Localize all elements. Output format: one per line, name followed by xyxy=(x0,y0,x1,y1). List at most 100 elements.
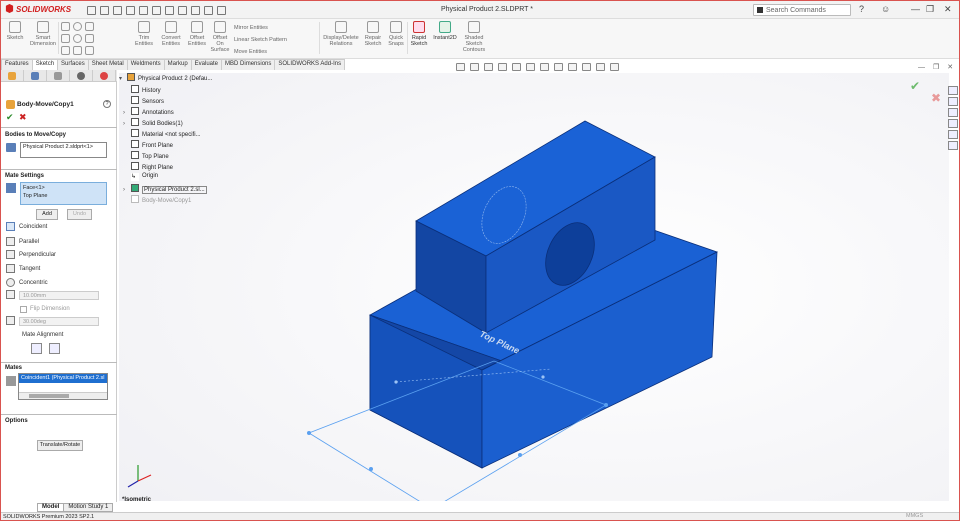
print-icon[interactable] xyxy=(139,5,148,15)
tab-weldments[interactable]: Weldments xyxy=(126,59,165,70)
coincident-option[interactable]: Coincident xyxy=(19,224,47,230)
mate-entities-box[interactable]: Face<1> Top Plane xyxy=(20,182,107,205)
flip-dimension-checkbox[interactable] xyxy=(20,306,27,313)
tree-item-body-move[interactable]: Body-Move/Copy1 xyxy=(131,195,191,205)
resources-icon[interactable] xyxy=(948,86,958,95)
tree-item-annotations[interactable]: › Annotations xyxy=(123,107,174,117)
display-style-icon[interactable] xyxy=(540,63,549,71)
plane-handle[interactable] xyxy=(604,403,608,407)
distance-field[interactable]: 10.00mm xyxy=(19,291,99,300)
units-indicator[interactable]: MMGS xyxy=(906,513,923,519)
tab-model[interactable]: Model xyxy=(37,503,65,512)
new-file-icon[interactable] xyxy=(100,5,109,15)
user-icon[interactable]: ☺ xyxy=(881,4,890,14)
tab-sketch[interactable]: Sketch xyxy=(31,59,59,70)
angle-field[interactable]: 30.00deg xyxy=(19,317,99,326)
bodies-selection-box[interactable]: Physical Product 2.sldprt<1> xyxy=(20,142,107,158)
scrollbar-thumb[interactable] xyxy=(29,394,69,398)
save-icon[interactable] xyxy=(126,5,135,15)
aligned-icon[interactable] xyxy=(31,343,42,354)
tab-sheet-metal[interactable]: Sheet Metal xyxy=(87,59,128,70)
expand-icon[interactable]: › xyxy=(123,187,131,193)
tree-item-top-plane[interactable]: Top Plane xyxy=(131,151,169,161)
shaded-contours-button[interactable]: Shaded Sketch Contours xyxy=(461,21,487,53)
sketch-button[interactable]: Sketch xyxy=(5,21,25,41)
solidworks-logo[interactable]: SOLIDWORKS xyxy=(5,4,71,14)
confirm-ok-icon[interactable]: ✔ xyxy=(910,79,920,93)
tab-features[interactable]: Features xyxy=(1,59,33,70)
open-file-icon[interactable] xyxy=(113,5,122,15)
hide-show-icon[interactable] xyxy=(554,63,563,71)
help-icon[interactable]: ? xyxy=(103,100,111,108)
model-view[interactable]: Top Plane xyxy=(119,73,949,501)
tab-surfaces[interactable]: Surfaces xyxy=(57,59,89,70)
home-icon[interactable] xyxy=(87,5,96,15)
tab-mbd-dimensions[interactable]: MBD Dimensions xyxy=(221,59,276,70)
file-explorer-icon[interactable] xyxy=(948,108,958,117)
tab-evaluate[interactable]: Evaluate xyxy=(190,59,223,70)
anti-aligned-icon[interactable] xyxy=(49,343,60,354)
expand-icon[interactable]: › xyxy=(123,110,131,116)
feature-manager-tab[interactable] xyxy=(1,70,24,82)
search-commands-input[interactable]: Search Commands xyxy=(753,4,851,16)
plane-handle[interactable] xyxy=(307,431,311,435)
distance-icon[interactable] xyxy=(6,290,15,299)
zoom-fit-icon[interactable] xyxy=(456,63,465,71)
perpendicular-icon[interactable] xyxy=(6,250,15,259)
instant2d-button[interactable]: Instant2D xyxy=(431,21,459,41)
zoom-area-icon[interactable] xyxy=(470,63,479,71)
help-icon[interactable]: ? xyxy=(859,4,864,14)
mate-entity-face[interactable]: Face<1> xyxy=(23,184,104,192)
pattern-group[interactable]: Mirror Entities Linear Sketch Pattern Mo… xyxy=(234,22,314,58)
view-settings-icon[interactable] xyxy=(596,63,605,71)
offset-on-surface-button[interactable]: Offset On Surface xyxy=(209,21,231,53)
custom-properties-icon[interactable] xyxy=(948,141,958,150)
edit-appearance-icon[interactable] xyxy=(568,63,577,71)
trim-entities-button[interactable]: Trim Entities xyxy=(133,21,155,47)
add-button[interactable]: Add xyxy=(36,209,58,220)
rapid-sketch-button[interactable]: Rapid Sketch xyxy=(408,21,430,47)
viewport-minimize-icon[interactable]: — xyxy=(918,64,925,71)
mate-entity-plane[interactable]: Top Plane xyxy=(23,192,104,200)
mates-list[interactable]: Coincident1 (Physical Product 2.sl xyxy=(18,373,108,400)
close-icon[interactable]: ✕ xyxy=(944,4,952,15)
horizontal-scrollbar[interactable] xyxy=(19,392,107,399)
translate-rotate-button[interactable]: Translate/Rotate xyxy=(37,440,83,451)
perpendicular-option[interactable]: Perpendicular xyxy=(19,252,56,258)
expand-icon[interactable]: ▾ xyxy=(119,75,127,82)
view-orientation-icon[interactable] xyxy=(526,63,535,71)
tab-addins[interactable]: SOLIDWORKS Add-Ins xyxy=(274,59,346,70)
plane-handle[interactable] xyxy=(369,467,373,471)
expand-icon[interactable]: › xyxy=(123,121,131,127)
plane-handle[interactable] xyxy=(518,453,522,457)
confirm-cancel-icon[interactable]: ✖ xyxy=(931,91,941,105)
configuration-manager-tab[interactable] xyxy=(47,70,70,82)
tree-item-front-plane[interactable]: Front Plane xyxy=(131,140,173,150)
tangent-icon[interactable] xyxy=(6,264,15,273)
viewport-restore-icon[interactable]: ❐ xyxy=(933,64,939,71)
graphics-area[interactable]: Top Plane ✔ ✖ xyxy=(119,73,949,501)
ok-icon[interactable]: ✔ xyxy=(6,112,14,123)
display-relations-button[interactable]: Display/Delete Relations xyxy=(321,21,361,47)
section-view-icon[interactable] xyxy=(498,63,507,71)
sketch-entities-group[interactable] xyxy=(61,22,111,55)
tree-item-solid-bodies[interactable]: › Solid Bodies(1) xyxy=(123,118,183,128)
concentric-option[interactable]: Concentric xyxy=(19,280,48,286)
concentric-icon[interactable] xyxy=(6,278,15,287)
previous-view-icon[interactable] xyxy=(484,63,493,71)
parallel-option[interactable]: Parallel xyxy=(19,239,39,245)
property-manager-tab[interactable] xyxy=(24,70,47,82)
tree-item-right-plane[interactable]: Right Plane xyxy=(131,162,173,172)
tab-markup[interactable]: Markup xyxy=(163,59,192,70)
tree-item-origin[interactable]: ↳ Origin xyxy=(131,173,158,183)
quick-snaps-button[interactable]: Quick Snaps xyxy=(386,21,406,47)
tree-item-sensors[interactable]: Sensors xyxy=(131,96,164,106)
dynamic-annotation-icon[interactable] xyxy=(512,63,521,71)
viewport-close-icon[interactable]: ✕ xyxy=(947,64,953,71)
appearances-icon[interactable] xyxy=(948,130,958,139)
tree-root[interactable]: ▾ Physical Product 2 (Defau... xyxy=(119,73,212,83)
options-gear-icon[interactable] xyxy=(217,5,226,15)
plane-handle[interactable] xyxy=(541,375,545,379)
apply-scene-icon[interactable] xyxy=(582,63,591,71)
move-entities-item[interactable]: Move Entities xyxy=(234,46,314,58)
